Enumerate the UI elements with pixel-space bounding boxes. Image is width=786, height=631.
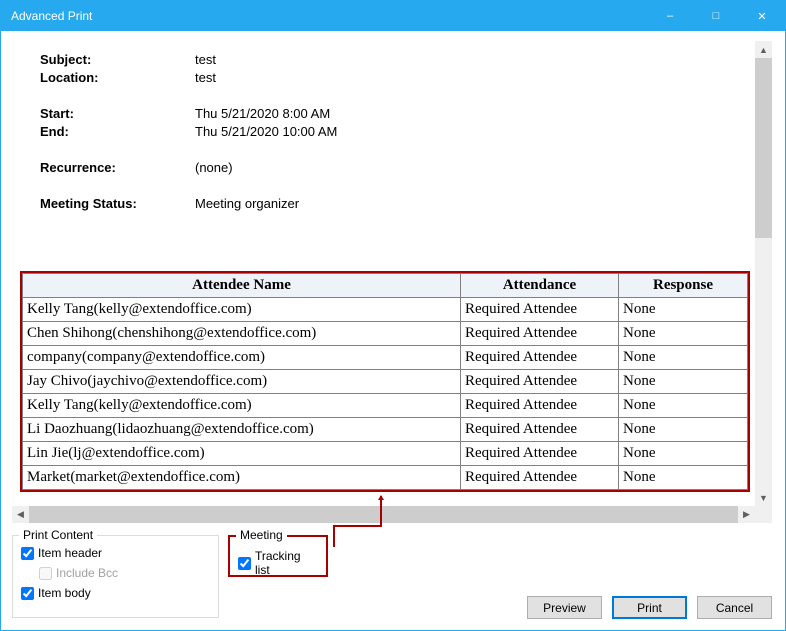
minimize-button[interactable]: – xyxy=(647,1,693,31)
table-row: Chen Shihong(chenshihong@extendoffice.co… xyxy=(23,322,748,346)
print-content-group: Print Content Item header Include Bcc It… xyxy=(12,535,219,618)
horizontal-scrollbar[interactable]: ◀ ▶ xyxy=(12,506,755,523)
end-value: Thu 5/21/2020 10:00 AM xyxy=(195,123,337,141)
scroll-up-icon[interactable]: ▲ xyxy=(755,41,772,58)
table-header-row: Attendee Name Attendance Response xyxy=(23,274,748,298)
scroll-down-icon[interactable]: ▼ xyxy=(755,489,772,506)
content-area: Subject:test Location:test Start:Thu 5/2… xyxy=(11,40,773,524)
scroll-right-icon[interactable]: ▶ xyxy=(738,506,755,523)
end-label: End: xyxy=(40,123,195,141)
table-row: Jay Chivo(jaychivo@extendoffice.com)Requ… xyxy=(23,370,748,394)
start-value: Thu 5/21/2020 8:00 AM xyxy=(195,105,330,123)
item-body-checkbox[interactable]: Item body xyxy=(21,586,210,600)
dialog-buttons: Preview Print Cancel xyxy=(527,596,772,619)
print-button[interactable]: Print xyxy=(612,596,687,619)
recurrence-label: Recurrence: xyxy=(40,159,195,177)
location-value: test xyxy=(195,69,216,87)
print-content-legend: Print Content xyxy=(19,528,97,542)
window-title: Advanced Print xyxy=(1,9,647,23)
meeting-group: Meeting Tracking list xyxy=(228,535,328,577)
col-attendee-name: Attendee Name xyxy=(23,274,461,298)
table-row: company(company@extendoffice.com)Require… xyxy=(23,346,748,370)
col-attendance: Attendance xyxy=(461,274,619,298)
table-row: Market(market@extendoffice.com)Required … xyxy=(23,466,748,490)
close-button[interactable]: ✕ xyxy=(739,1,785,31)
recurrence-value: (none) xyxy=(195,159,233,177)
scroll-left-icon[interactable]: ◀ xyxy=(12,506,29,523)
status-label: Meeting Status: xyxy=(40,195,195,213)
vertical-scrollbar[interactable]: ▲ ▼ xyxy=(755,41,772,506)
item-header-checkbox[interactable]: Item header xyxy=(21,546,210,560)
vertical-scroll-thumb[interactable] xyxy=(755,58,772,238)
table-row: Lin Jie(lj@extendoffice.com)Required Att… xyxy=(23,442,748,466)
maximize-button[interactable]: □ xyxy=(693,1,739,31)
subject-value: test xyxy=(195,51,216,69)
meeting-meta: Subject:test Location:test Start:Thu 5/2… xyxy=(40,51,337,213)
status-value: Meeting organizer xyxy=(195,195,299,213)
include-bcc-checkbox: Include Bcc xyxy=(39,566,210,580)
table-row: Kelly Tang(kelly@extendoffice.com)Requir… xyxy=(23,298,748,322)
subject-label: Subject: xyxy=(40,51,195,69)
cancel-button[interactable]: Cancel xyxy=(697,596,772,619)
meeting-legend: Meeting xyxy=(236,528,287,542)
scroll-corner xyxy=(755,506,772,523)
col-response: Response xyxy=(619,274,748,298)
start-label: Start: xyxy=(40,105,195,123)
table-row: Li Daozhuang(lidaozhuang@extendoffice.co… xyxy=(23,418,748,442)
table-row: Kelly Tang(kelly@extendoffice.com)Requir… xyxy=(23,394,748,418)
tracking-list-checkbox[interactable]: Tracking list xyxy=(238,549,318,577)
horizontal-scroll-thumb[interactable] xyxy=(29,506,738,523)
tracking-table: Attendee Name Attendance Response Kelly … xyxy=(22,273,748,490)
tracking-table-wrap: Attendee Name Attendance Response Kelly … xyxy=(20,271,750,492)
preview-button[interactable]: Preview xyxy=(527,596,602,619)
location-label: Location: xyxy=(40,69,195,87)
titlebar: Advanced Print – □ ✕ xyxy=(1,1,785,31)
